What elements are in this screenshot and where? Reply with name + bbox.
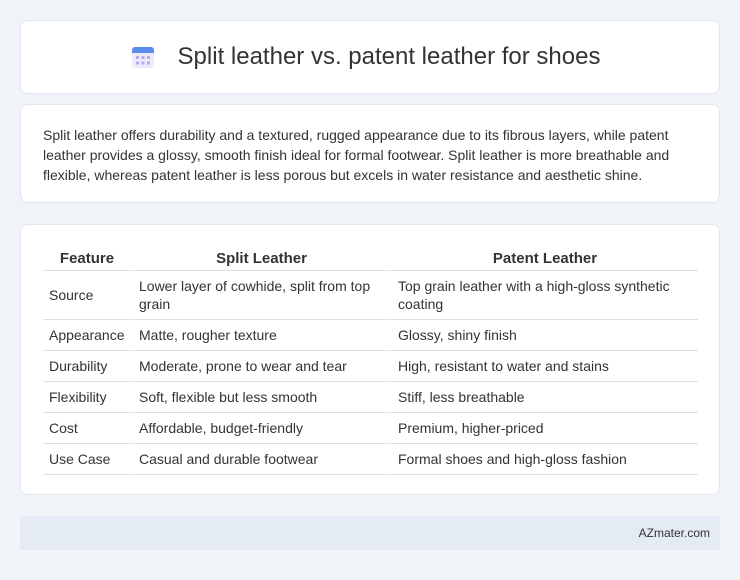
column-header-patent-leather: Patent Leather [390, 244, 698, 271]
footer-brand: AZmater.com [639, 526, 710, 540]
row-feature: Cost [43, 413, 131, 444]
table-row: Cost Affordable, budget-friendly Premium… [43, 413, 698, 444]
summary-card: Split leather offers durability and a te… [20, 104, 720, 203]
table-row: Use Case Casual and durable footwear For… [43, 444, 698, 475]
title-card: Split leather vs. patent leather for sho… [20, 20, 720, 94]
row-feature: Appearance [43, 320, 131, 351]
page-title: Split leather vs. patent leather for sho… [178, 43, 601, 71]
table-row: Source Lower layer of cowhide, split fro… [43, 271, 698, 320]
table-row: Appearance Matte, rougher texture Glossy… [43, 320, 698, 351]
row-patent-value: Top grain leather with a high-gloss synt… [390, 271, 698, 320]
row-split-value: Casual and durable footwear [131, 444, 390, 475]
row-patent-value: Formal shoes and high-gloss fashion [390, 444, 698, 475]
comparison-table-card: Feature Split Leather Patent Leather Sou… [20, 224, 720, 495]
row-feature: Durability [43, 351, 131, 382]
summary-text: Split leather offers durability and a te… [43, 125, 697, 185]
row-patent-value: High, resistant to water and stains [390, 351, 698, 382]
table-row: Durability Moderate, prone to wear and t… [43, 351, 698, 382]
table-header-row: Feature Split Leather Patent Leather [43, 244, 698, 271]
row-patent-value: Premium, higher-priced [390, 413, 698, 444]
row-feature: Use Case [43, 444, 131, 475]
column-header-split-leather: Split Leather [131, 244, 390, 271]
row-patent-value: Stiff, less breathable [390, 382, 698, 413]
row-split-value: Affordable, budget-friendly [131, 413, 390, 444]
calendar-icon [130, 44, 156, 70]
footer: AZmater.com [20, 516, 720, 550]
row-feature: Source [43, 271, 131, 320]
row-patent-value: Glossy, shiny finish [390, 320, 698, 351]
row-split-value: Moderate, prone to wear and tear [131, 351, 390, 382]
row-split-value: Matte, rougher texture [131, 320, 390, 351]
row-split-value: Lower layer of cowhide, split from top g… [131, 271, 390, 320]
column-header-feature: Feature [43, 244, 131, 271]
comparison-table: Feature Split Leather Patent Leather Sou… [43, 244, 698, 475]
row-split-value: Soft, flexible but less smooth [131, 382, 390, 413]
table-row: Flexibility Soft, flexible but less smoo… [43, 382, 698, 413]
row-feature: Flexibility [43, 382, 131, 413]
